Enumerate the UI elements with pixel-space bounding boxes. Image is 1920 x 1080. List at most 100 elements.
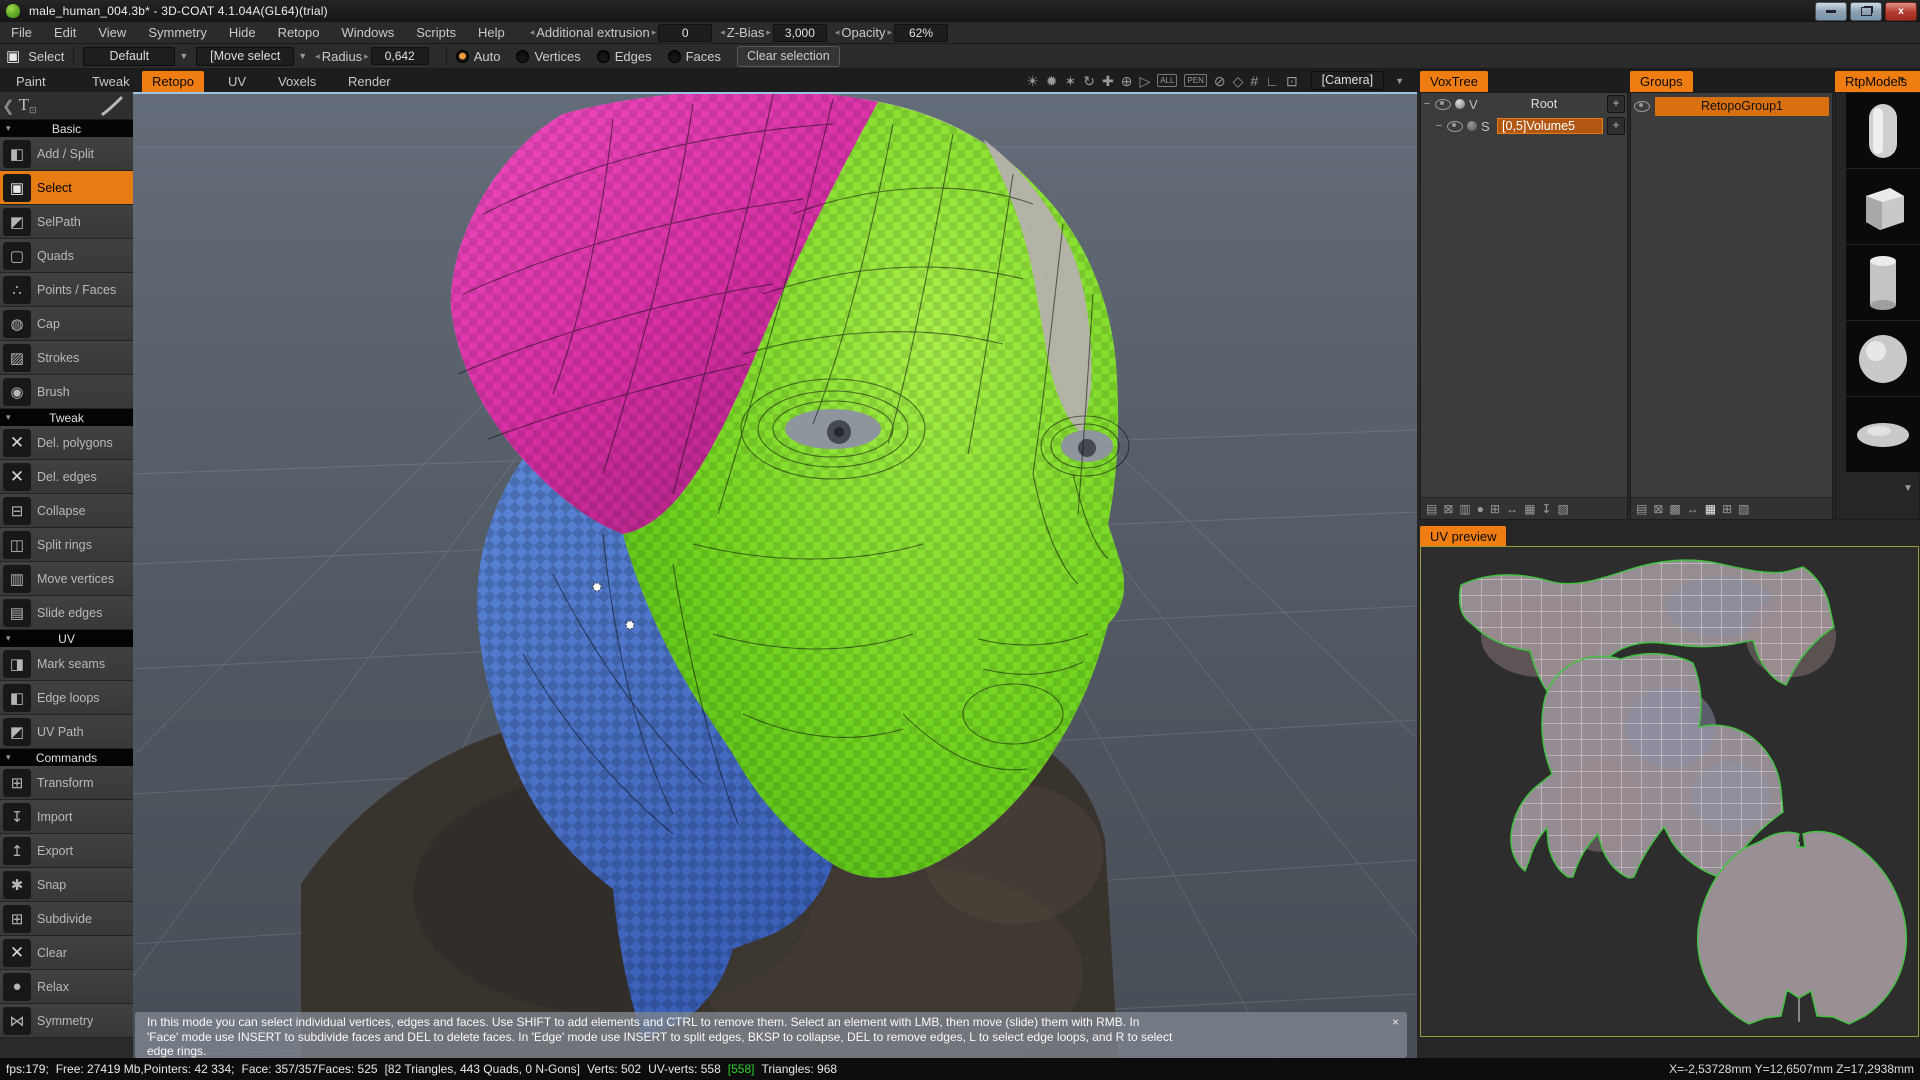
delete-group-icon[interactable]: ⊠: [1653, 502, 1663, 516]
tab-voxels[interactable]: Voxels: [268, 71, 326, 92]
sphere-layer-icon[interactable]: ●: [1477, 502, 1484, 516]
grid-icon[interactable]: #: [1250, 71, 1258, 91]
radius-increment-icon[interactable]: ▸: [364, 51, 369, 62]
dense-grid-icon[interactable]: ▩: [1669, 502, 1680, 516]
volume-ball-icon[interactable]: [1467, 121, 1477, 131]
sidebar-item-subdivide[interactable]: Subdivide: [0, 902, 133, 936]
sidebar-item-mark-seams[interactable]: Mark seams: [0, 647, 133, 681]
chevron-down-icon[interactable]: ▼: [179, 51, 188, 61]
uv-preview-panel[interactable]: [1420, 546, 1919, 1037]
sidebar-item-del-edges[interactable]: Del. edges: [0, 460, 133, 494]
zoom-view-icon[interactable]: ⊕: [1121, 71, 1133, 91]
sidebar-item-collapse[interactable]: Collapse: [0, 494, 133, 528]
camera-cone-icon[interactable]: ▷: [1139, 71, 1150, 91]
sidebar-item-points-faces[interactable]: Points / Faces: [0, 273, 133, 307]
wireframe-cube-icon[interactable]: ◇: [1233, 71, 1244, 91]
sidebar-item-clear[interactable]: Clear: [0, 936, 133, 970]
chevron-down-icon[interactable]: ▼: [298, 51, 307, 61]
primitive-capsule[interactable]: [1846, 93, 1920, 169]
opacity-value[interactable]: 62%: [894, 24, 948, 42]
visibility-eye-icon[interactable]: [1634, 101, 1650, 112]
tab-rtpmodels[interactable]: RtpModels: [1835, 71, 1920, 92]
camera-dropdown[interactable]: [Camera]: [1311, 71, 1384, 90]
section-header-commands[interactable]: ▾Commands: [0, 749, 133, 766]
sidebar-item-strokes[interactable]: Strokes: [0, 341, 133, 375]
sidebar-item-cap[interactable]: Cap: [0, 307, 133, 341]
new-group-icon[interactable]: ▤: [1636, 502, 1647, 516]
title-bar[interactable]: male_human_004.3b* - 3D-COAT 4.1.04A(GL6…: [0, 0, 1920, 22]
tab-retopo[interactable]: Retopo: [142, 71, 204, 92]
sidebar-item-uv-path[interactable]: UV Path: [0, 715, 133, 749]
add-child-button[interactable]: +: [1607, 117, 1625, 135]
voxelize-icon[interactable]: ▦: [1524, 502, 1535, 516]
menu-file[interactable]: File: [0, 25, 43, 40]
mirror-group-icon[interactable]: ↔: [1687, 502, 1699, 516]
sidebar-item-export[interactable]: Export: [0, 834, 133, 868]
minimize-button[interactable]: [1815, 2, 1847, 21]
sidebar-item-relax[interactable]: Relax: [0, 970, 133, 1004]
group-name[interactable]: RetopoGroup1: [1655, 97, 1829, 116]
light-angle-icon[interactable]: ✶: [1065, 71, 1077, 91]
ambient-light-icon[interactable]: ☀: [1026, 71, 1039, 91]
voxtree-row-root[interactable]: − V Root +: [1421, 93, 1627, 115]
sidebar-item-split-rings[interactable]: Split rings: [0, 528, 133, 562]
primitive-cylinder[interactable]: [1846, 245, 1920, 321]
sidebar-item-slide-edges[interactable]: Slide edges: [0, 596, 133, 630]
sidebar-item-import[interactable]: Import: [0, 800, 133, 834]
table-icon[interactable]: ⊞: [1722, 502, 1732, 516]
sidebar-item-transform[interactable]: Transform: [0, 766, 133, 800]
sidebar-item-move-vertices[interactable]: Move vertices: [0, 562, 133, 596]
tab-uv-preview[interactable]: UV preview: [1420, 526, 1506, 547]
primitive-cube[interactable]: [1846, 169, 1920, 245]
new-layer-icon[interactable]: ▤: [1426, 502, 1437, 516]
tab-voxtree[interactable]: VoxTree: [1420, 71, 1488, 92]
duplicate-layer-icon[interactable]: ▥: [1459, 502, 1470, 516]
select-mode-dropdown[interactable]: [Move select: [196, 47, 294, 66]
tab-render[interactable]: Render: [338, 71, 401, 92]
radio-auto[interactable]: Auto: [456, 49, 501, 64]
increment-arrow-icon[interactable]: ▸: [652, 27, 657, 38]
menu-edit[interactable]: Edit: [43, 25, 87, 40]
menu-windows[interactable]: Windows: [330, 25, 405, 40]
voxtree-volume5-name[interactable]: [0,5]Volume5: [1497, 118, 1603, 134]
clear-group-icon[interactable]: ▧: [1738, 502, 1749, 516]
visibility-eye-icon[interactable]: [1435, 99, 1451, 110]
sidebar-item-add-split[interactable]: Add / Split: [0, 137, 133, 171]
radius-value[interactable]: 0,642: [371, 47, 429, 65]
radius-decrement-icon[interactable]: ◂: [315, 51, 320, 62]
section-header-tweak[interactable]: ▾Tweak: [0, 409, 133, 426]
decrement-arrow-icon[interactable]: ◂: [530, 27, 535, 38]
decrement-arrow-icon[interactable]: ◂: [835, 27, 840, 38]
brush-stroke-preview[interactable]: [99, 96, 125, 116]
menu-scripts[interactable]: Scripts: [405, 25, 467, 40]
sidebar-item-selpath[interactable]: SelPath: [0, 205, 133, 239]
merge-layer-icon[interactable]: ⊞: [1490, 502, 1500, 516]
radio-edges[interactable]: Edges: [597, 49, 652, 64]
pan-view-icon[interactable]: ✚: [1102, 71, 1114, 91]
clear-layer-icon[interactable]: ▧: [1557, 502, 1568, 516]
axes-icon[interactable]: ∟: [1265, 71, 1279, 91]
voxtree-row-volume5[interactable]: − S [0,5]Volume5 +: [1421, 115, 1627, 137]
sidebar-item-quads[interactable]: Quads: [0, 239, 133, 273]
tab-groups[interactable]: Groups: [1630, 71, 1693, 92]
menu-symmetry[interactable]: Symmetry: [137, 25, 218, 40]
more-primitives-icon[interactable]: ▼: [1903, 483, 1913, 494]
restore-button[interactable]: [1850, 2, 1882, 21]
decrement-arrow-icon[interactable]: ◂: [720, 27, 725, 38]
additional-extrusion-value[interactable]: 0: [658, 24, 712, 42]
rotate-view-icon[interactable]: ↻: [1083, 71, 1095, 91]
primitive-sphere[interactable]: [1846, 321, 1920, 397]
z-bias-value[interactable]: 3,000: [773, 24, 827, 42]
viewport-canvas[interactable]: [133, 92, 1417, 1058]
add-child-button[interactable]: +: [1607, 95, 1625, 113]
increment-arrow-icon[interactable]: ▸: [887, 27, 892, 38]
voxtree-root-name[interactable]: Root: [1485, 97, 1603, 111]
fullscreen-icon[interactable]: ⊡: [1286, 71, 1298, 91]
radio-vertices[interactable]: Vertices: [516, 49, 580, 64]
disable-snap-icon[interactable]: ⊘: [1214, 71, 1226, 91]
sidebar-item-edge-loops[interactable]: Edge loops: [0, 681, 133, 715]
sidebar-item-brush[interactable]: Brush: [0, 375, 133, 409]
sidebar-item-select[interactable]: Select: [0, 171, 133, 205]
frame-pen-icon[interactable]: PEN: [1184, 74, 1206, 87]
frame-all-icon[interactable]: ALL: [1157, 74, 1177, 87]
